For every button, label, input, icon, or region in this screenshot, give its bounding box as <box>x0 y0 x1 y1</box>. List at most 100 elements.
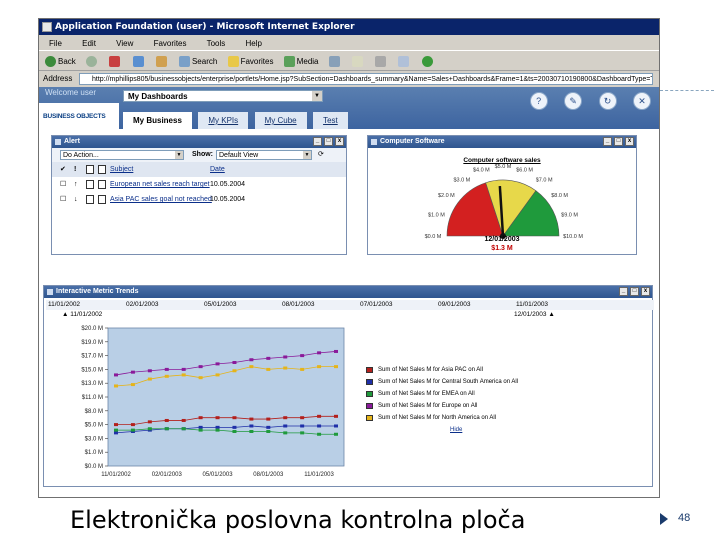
data-point <box>232 425 237 429</box>
gauge-panel: Computer Software _ □ x Computer software … <box>367 135 637 255</box>
mail-icon <box>351 56 363 68</box>
menu-bar: File Edit View Favorites Tools Help <box>39 36 659 51</box>
close-icon[interactable]: x <box>335 137 344 146</box>
maximize-icon[interactable]: □ <box>324 137 333 146</box>
maximize-icon[interactable]: □ <box>614 137 623 146</box>
logo-text: BUSINESS OBJECTS <box>43 113 106 120</box>
slide: Application Foundation (user) - Microsof… <box>0 0 720 540</box>
edit-button[interactable] <box>398 52 411 71</box>
data-point <box>147 427 152 431</box>
print-button[interactable] <box>375 52 388 71</box>
forward-button[interactable] <box>86 52 99 71</box>
subject-column-header[interactable]: Subject <box>110 162 133 177</box>
data-point <box>317 424 322 428</box>
minimize-icon[interactable]: _ <box>313 137 322 146</box>
search-icon <box>178 56 190 68</box>
close-icon[interactable]: x <box>625 137 634 146</box>
refresh-icon[interactable]: ⟳ <box>318 148 324 162</box>
data-point <box>300 424 305 428</box>
help-icon[interactable]: ? <box>529 92 548 110</box>
minimize-icon[interactable]: _ <box>619 287 628 296</box>
check-all-icon[interactable]: ✔ <box>60 162 66 177</box>
media-button[interactable]: Media <box>283 52 319 71</box>
address-bar: Address http://mphillips805/businessobje… <box>39 72 659 86</box>
row-checkbox[interactable]: ☐ <box>60 192 66 207</box>
date-column-header[interactable]: Date <box>210 162 225 177</box>
slider-start-label[interactable]: ▲ 11/01/2002 <box>62 311 102 318</box>
data-point <box>164 367 169 371</box>
data-point <box>198 428 203 432</box>
trends-panel-title: Interactive Metric Trends _ □ x <box>44 286 652 298</box>
home-button[interactable] <box>155 52 169 71</box>
alert-date: 10.05.2004 <box>210 181 246 188</box>
legend-item: Sum of Net Sales M for EMEA on All <box>366 388 518 400</box>
messenger-button[interactable] <box>421 52 435 71</box>
tab-my-kpis[interactable]: My KPIs <box>198 112 249 129</box>
legend-label: Sum of Net Sales M for Europe on All <box>378 403 478 409</box>
home-icon <box>155 56 167 68</box>
data-point <box>181 373 186 377</box>
alert-name-link[interactable]: Asia PAC sales goal not reached <box>110 192 212 207</box>
close-icon[interactable]: ✕ <box>633 92 651 110</box>
data-point <box>164 418 169 422</box>
alert-row: ☐ ↑ European net sales reach target 10.0… <box>52 177 346 192</box>
gauge-scale-label: $1.0 M <box>428 212 445 218</box>
legend-item: Sum of Net Sales M for North America on … <box>366 412 518 424</box>
history-button[interactable] <box>328 52 342 71</box>
menu-favorites[interactable]: Favorites <box>154 39 187 48</box>
dropdown-arrow-icon: ▼ <box>175 151 183 159</box>
y-tick-label: $11.0 M <box>82 395 103 401</box>
data-point <box>215 362 220 366</box>
data-point <box>164 374 169 378</box>
slider-end-label[interactable]: 12/01/2003 ▲ <box>514 311 555 318</box>
menu-file[interactable]: File <box>49 39 62 48</box>
menu-edit[interactable]: Edit <box>82 39 96 48</box>
timeline-date: 08/01/2003 <box>282 301 315 308</box>
refresh-icon[interactable]: ↻ <box>598 92 617 110</box>
alert-date: 10.05.2004 <box>210 196 246 203</box>
stop-button[interactable] <box>109 52 122 71</box>
y-tick-label: $1.0 M <box>85 450 103 456</box>
data-point <box>198 425 203 429</box>
row-checkbox[interactable]: ☐ <box>60 177 66 192</box>
data-point <box>334 424 338 428</box>
menu-view[interactable]: View <box>116 39 133 48</box>
portal-header: Welcome user BUSINESS OBJECTS My Dashboa… <box>39 87 659 129</box>
view-select[interactable]: Default View ▼ <box>216 150 312 160</box>
gauge-scale-label: $2.0 M <box>438 193 455 199</box>
tab-my-business[interactable]: My Business <box>123 112 192 129</box>
trends-panel: Interactive Metric Trends _ □ x 11/01/2002… <box>43 285 654 487</box>
data-point <box>198 376 203 380</box>
search-button[interactable]: Search <box>178 52 217 71</box>
edit-icon[interactable]: ✎ <box>564 92 583 110</box>
minimize-icon[interactable]: _ <box>603 137 612 146</box>
alert-name-link[interactable]: European net sales reach target <box>110 177 210 192</box>
x-tick-label: 11/01/2002 <box>101 472 131 478</box>
menu-help[interactable]: Help <box>246 39 262 48</box>
refresh-button[interactable] <box>132 52 146 71</box>
legend-item: Sum of Net Sales M for Europe on All <box>366 400 518 412</box>
tab-test[interactable]: Test <box>313 112 348 129</box>
data-point <box>266 356 271 360</box>
tab-my-cube[interactable]: My Cube <box>254 112 307 129</box>
do-action-select[interactable]: Do Action... ▼ <box>60 150 184 160</box>
document-icon <box>98 180 106 189</box>
back-button[interactable]: Back <box>45 52 76 71</box>
gauge-scale-label: $9.0 M <box>561 212 578 218</box>
menu-tools[interactable]: Tools <box>207 39 226 48</box>
hide-legend-link[interactable]: Hide <box>366 424 518 436</box>
maximize-icon[interactable]: □ <box>630 287 639 296</box>
favorites-button[interactable]: Favorites <box>227 52 273 71</box>
data-point <box>300 367 305 371</box>
panel-icon <box>371 139 377 145</box>
data-point <box>266 430 271 433</box>
timeline-strip[interactable]: 11/01/2002 02/01/2003 05/01/2003 08/01/2… <box>46 300 654 310</box>
x-tick-label: 11/01/2003 <box>304 472 334 478</box>
data-point <box>130 383 135 387</box>
address-input[interactable]: http://mphillips805/businessobjects/ente… <box>79 73 653 85</box>
legend-item: Sum of Net Sales M for Asia PAC on All <box>366 364 518 376</box>
dashboard-select[interactable]: My Dashboards ▼ <box>123 90 323 102</box>
close-icon[interactable]: x <box>641 287 650 296</box>
priority-icon: ! <box>74 166 77 173</box>
mail-button[interactable] <box>351 52 365 71</box>
